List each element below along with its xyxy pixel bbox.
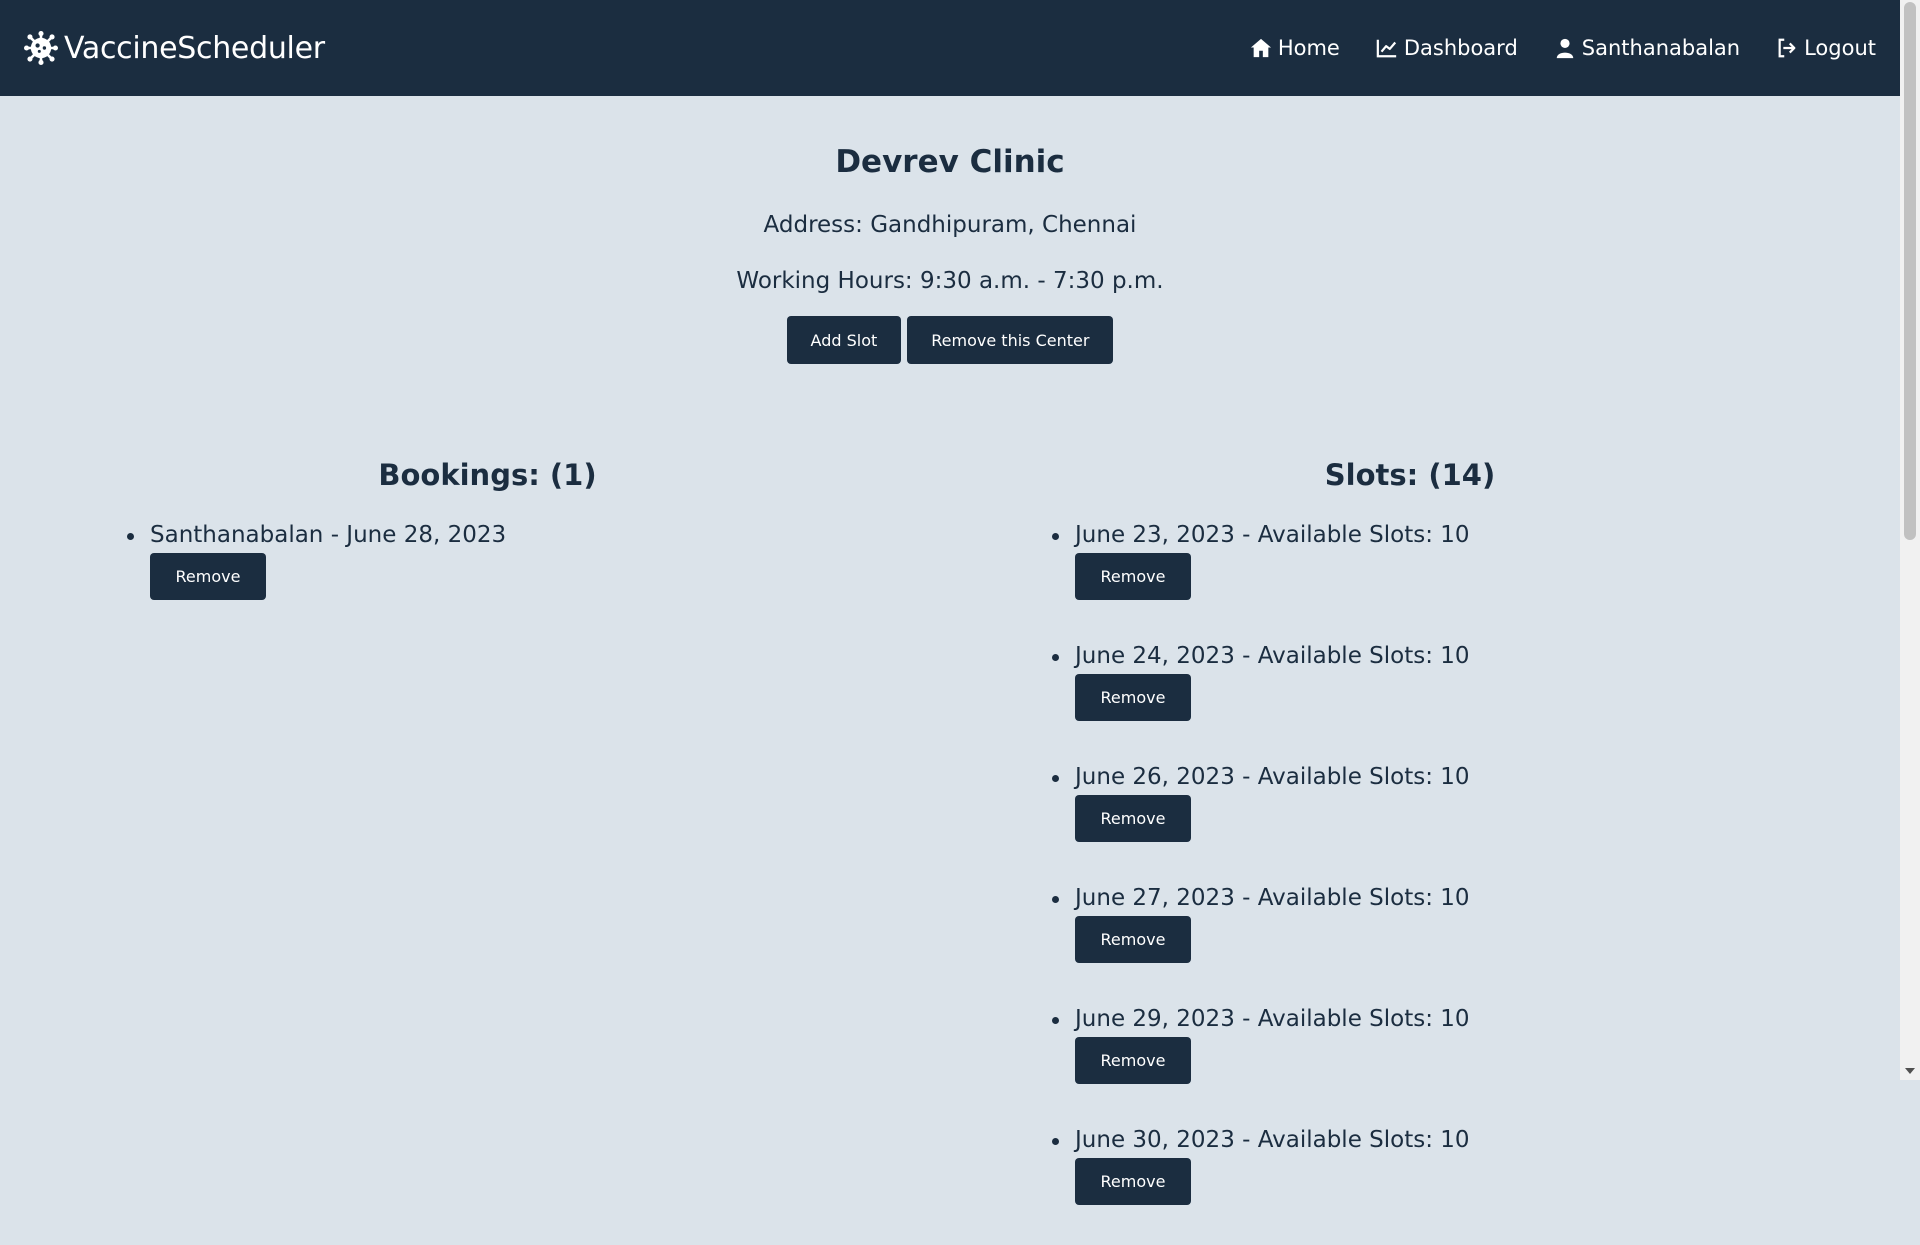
slot-item: June 26, 2023 - Available Slots: 10 Remo… [950, 761, 1870, 842]
virus-icon [24, 31, 58, 65]
remove-center-button[interactable]: Remove this Center [907, 316, 1114, 364]
slots-list: June 23, 2023 - Available Slots: 10 Remo… [950, 519, 1870, 1205]
add-slot-button[interactable]: Add Slot [786, 316, 902, 364]
scrollbar-thumb[interactable] [1904, 2, 1916, 540]
remove-slot-button[interactable]: Remove [1075, 795, 1191, 842]
chart-line-icon [1376, 39, 1397, 58]
slot-text: June 26, 2023 - Available Slots: 10 [1075, 764, 1470, 790]
clinic-address: Address: Gandhipuram, Chennai [763, 212, 1137, 238]
nav-links: Home Dashboard Santhanabalan Logout [1250, 36, 1876, 60]
bullet-icon [1052, 896, 1059, 903]
bookings-list: Santhanabalan - June 28, 2023 Remove [0, 519, 975, 600]
booking-item: Santhanabalan - June 28, 2023 Remove [0, 519, 975, 600]
slot-item: June 27, 2023 - Available Slots: 10 Remo… [950, 882, 1870, 963]
slot-item: June 23, 2023 - Available Slots: 10 Remo… [950, 519, 1870, 600]
bookings-title: Bookings: (1) [378, 458, 597, 492]
bullet-icon [1052, 775, 1059, 782]
navbar: VaccineScheduler Home Dashboard Santhana… [0, 0, 1900, 96]
remove-slot-button[interactable]: Remove [1075, 1158, 1191, 1205]
bullet-icon [1052, 533, 1059, 540]
home-icon [1250, 38, 1271, 58]
nav-dashboard-label: Dashboard [1403, 36, 1518, 60]
center-details: Devrev Clinic Address: Gandhipuram, Chen… [0, 96, 1900, 364]
slots-title: Slots: (14) [1324, 458, 1496, 492]
remove-slot-button[interactable]: Remove [1075, 1037, 1191, 1084]
slot-item: June 30, 2023 - Available Slots: 10 Remo… [950, 1124, 1870, 1205]
nav-home-label: Home [1277, 36, 1340, 60]
scroll-down-arrow-icon[interactable] [1905, 1068, 1915, 1074]
bullet-icon [1052, 1017, 1059, 1024]
remove-slot-button[interactable]: Remove [1075, 916, 1191, 963]
logout-icon [1778, 38, 1796, 58]
remove-slot-button[interactable]: Remove [1075, 553, 1191, 600]
nav-user-label: Santhanabalan [1581, 36, 1741, 60]
bookings-section: Bookings: (1) Santhanabalan - June 28, 2… [0, 455, 975, 640]
nav-user-link[interactable]: Santhanabalan [1554, 36, 1740, 60]
bullet-icon [1052, 1138, 1059, 1145]
brand[interactable]: VaccineScheduler [24, 31, 325, 66]
remove-booking-button[interactable]: Remove [150, 553, 266, 600]
slot-text: June 27, 2023 - Available Slots: 10 [1075, 885, 1470, 911]
brand-name: VaccineScheduler [64, 30, 325, 66]
nav-logout-link[interactable]: Logout [1776, 36, 1876, 60]
page-scrollbar[interactable] [1900, 0, 1920, 1080]
user-icon [1556, 38, 1574, 59]
bullet-icon [127, 533, 134, 540]
slot-text: June 30, 2023 - Available Slots: 10 [1075, 1127, 1470, 1153]
remove-slot-button[interactable]: Remove [1075, 674, 1191, 721]
slot-item: June 29, 2023 - Available Slots: 10 Remo… [950, 1003, 1870, 1084]
clinic-name: Devrev Clinic [835, 144, 1065, 180]
booking-text: Santhanabalan - June 28, 2023 [150, 522, 507, 548]
nav-dashboard-link[interactable]: Dashboard [1376, 36, 1518, 60]
slot-text: June 29, 2023 - Available Slots: 10 [1075, 1006, 1470, 1032]
nav-logout-label: Logout [1804, 36, 1876, 60]
nav-home-link[interactable]: Home [1250, 36, 1340, 60]
center-actions: Add Slot Remove this Center [0, 316, 1900, 364]
bullet-icon [1052, 654, 1059, 661]
slot-text: June 24, 2023 - Available Slots: 10 [1075, 643, 1470, 669]
slots-section: Slots: (14) June 23, 2023 - Available Sl… [950, 455, 1870, 1245]
slot-item: June 24, 2023 - Available Slots: 10 Remo… [950, 640, 1870, 721]
working-hours: Working Hours: 9:30 a.m. - 7:30 p.m. [736, 268, 1164, 294]
slot-text: June 23, 2023 - Available Slots: 10 [1075, 522, 1470, 548]
